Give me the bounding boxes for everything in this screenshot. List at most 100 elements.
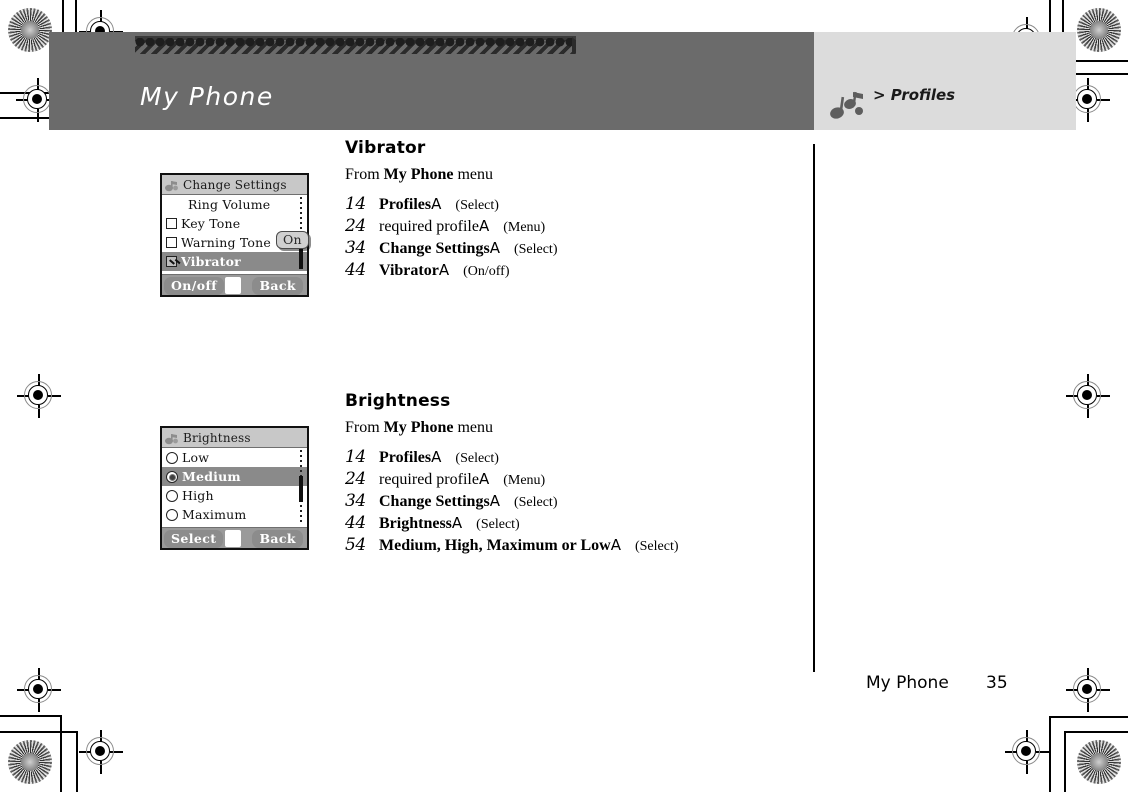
crop-mark-bottom-left-h [0, 715, 62, 717]
list-item-label: Low [182, 450, 210, 465]
step-body: ProfilesA (Select) [379, 448, 499, 466]
footer-page-number: 35 [986, 673, 1008, 693]
step-body: required profileA (Menu) [379, 217, 546, 235]
screen-list: Low Medium High Maximum [162, 448, 307, 527]
crop-mark-top-right-h2 [1076, 73, 1128, 75]
step-item: 44 BrightnessA (Select) [345, 513, 679, 535]
section-heading-vibrator: Vibrator [345, 138, 426, 158]
registration-target-left-lower [17, 668, 61, 712]
from-menu-name: My Phone [383, 419, 454, 436]
select-key-icon: A [489, 239, 500, 257]
softkey-right[interactable]: Back [252, 276, 303, 295]
list-item-label: High [182, 488, 214, 503]
list-item[interactable]: Low [162, 448, 307, 467]
crop-mark-bottom-right-v [1049, 717, 1051, 792]
scrollbar-thumb[interactable] [299, 476, 303, 502]
step-number: 34 [345, 491, 366, 511]
page-title: My Phone [140, 82, 274, 111]
list-item[interactable]: Ring Volume [162, 195, 307, 214]
profile-settings-icon [164, 431, 180, 445]
list-item-label: Medium [182, 469, 241, 484]
softkey-center-blank[interactable] [225, 530, 241, 547]
list-item-label: Vibrator [181, 254, 241, 269]
radio-button-checked-icon[interactable] [166, 470, 178, 483]
colour-calibration-burst-top-left [8, 8, 52, 52]
step-action: (Select) [513, 242, 558, 257]
checkbox-icon[interactable] [166, 218, 177, 229]
registration-target-bottom-right [1005, 730, 1049, 774]
select-key-icon: A [478, 217, 490, 235]
softkey-left[interactable]: On/off [164, 276, 225, 295]
crop-mark-bottom-right-v2 [1064, 731, 1066, 792]
steps-list-vibrator: 14 ProfilesA (Select) 24 required profile… [345, 194, 557, 282]
section-heading-brightness: Brightness [345, 391, 451, 411]
step-action: (Select) [455, 198, 499, 213]
softkey-left[interactable]: Select [164, 529, 224, 548]
steps-list-brightness: 14 ProfilesA (Select) 24 required profile… [345, 447, 679, 557]
colour-calibration-burst-bottom-left [8, 740, 52, 784]
select-key-icon: A [489, 492, 500, 510]
list-item-label: Ring Volume [188, 197, 271, 212]
from-menu-line-vibrator: From My Phone menu [345, 166, 493, 184]
crop-mark-bottom-left-h2 [0, 731, 77, 733]
checkbox-icon[interactable] [166, 237, 177, 248]
registration-target-bottom-left [79, 730, 123, 774]
checkbox-checked-icon[interactable] [166, 256, 177, 267]
step-action: (On/off) [463, 264, 510, 279]
step-body: VibratorA (On/off) [379, 261, 510, 279]
crop-mark-top-left-h2 [0, 117, 50, 119]
step-item: 44 VibratorA (On/off) [345, 260, 557, 282]
list-item-label: Key Tone [181, 216, 241, 231]
step-action: (Select) [513, 495, 558, 510]
colour-calibration-burst-top-right [1077, 8, 1121, 52]
step-item: 14 ProfilesA (Select) [345, 194, 557, 216]
scrollbar-thumb[interactable] [299, 247, 303, 269]
from-suffix: menu [453, 166, 493, 183]
decorative-sawtooth-strip [135, 36, 576, 54]
step-action: (Select) [634, 539, 679, 554]
crop-mark-bottom-left-v2 [76, 731, 78, 792]
profile-settings-icon [164, 178, 180, 192]
step-item: 14 ProfilesA (Select) [345, 447, 679, 469]
colour-calibration-burst-bottom-right [1077, 740, 1121, 784]
softkey-center-blank[interactable] [225, 277, 241, 294]
step-number: 44 [345, 513, 366, 533]
from-menu-name: My Phone [383, 166, 454, 183]
from-suffix: menu [453, 419, 493, 436]
step-body: ProfilesA (Select) [379, 195, 499, 213]
step-body: Change SettingsA (Select) [379, 492, 558, 510]
step-item: 24 required profileA (Menu) [345, 469, 679, 491]
step-item: 34 Change SettingsA (Select) [345, 238, 557, 260]
radio-button-icon[interactable] [166, 508, 178, 521]
list-item[interactable]: High [162, 486, 307, 505]
registration-target-right-middle [1066, 374, 1110, 418]
step-body: BrightnessA (Select) [379, 514, 520, 532]
crop-mark-bottom-right-h [1049, 716, 1128, 718]
crop-mark-bottom-right-h2 [1064, 731, 1128, 733]
phone-screenshot-brightness: Brightness Low Medium High Maximum Selec… [160, 426, 309, 550]
column-divider-rule [813, 144, 815, 672]
footer-section-label: My Phone [866, 673, 949, 693]
screen-softkey-bar: Select Back [162, 527, 307, 548]
softkey-right[interactable]: Back [252, 529, 303, 548]
registration-target-right-lower [1066, 668, 1110, 712]
screen-titlebar: Change Settings [162, 175, 307, 195]
radio-button-icon[interactable] [166, 451, 178, 464]
radio-button-icon[interactable] [166, 489, 178, 502]
step-number: 24 [345, 469, 366, 489]
screen-softkey-bar: On/off Back [162, 274, 307, 295]
status-badge-on: On [276, 231, 309, 249]
step-action: (Select) [455, 451, 499, 466]
step-action: (Menu) [503, 220, 546, 235]
list-item-label: Warning Tone [181, 235, 272, 250]
step-body: Medium, High, Maximum or LowA (Select) [379, 536, 679, 554]
registration-target-left-middle [17, 374, 61, 418]
step-number: 54 [345, 535, 366, 555]
select-key-icon: A [431, 195, 442, 213]
from-menu-line-brightness: From My Phone menu [345, 419, 493, 437]
step-item: 54 Medium, High, Maximum or LowA (Select) [345, 535, 679, 557]
list-item-selected[interactable]: Vibrator [162, 252, 307, 271]
list-item[interactable]: Maximum [162, 505, 307, 524]
crop-mark-bottom-left-v [60, 715, 62, 792]
list-item-selected[interactable]: Medium [162, 467, 307, 486]
